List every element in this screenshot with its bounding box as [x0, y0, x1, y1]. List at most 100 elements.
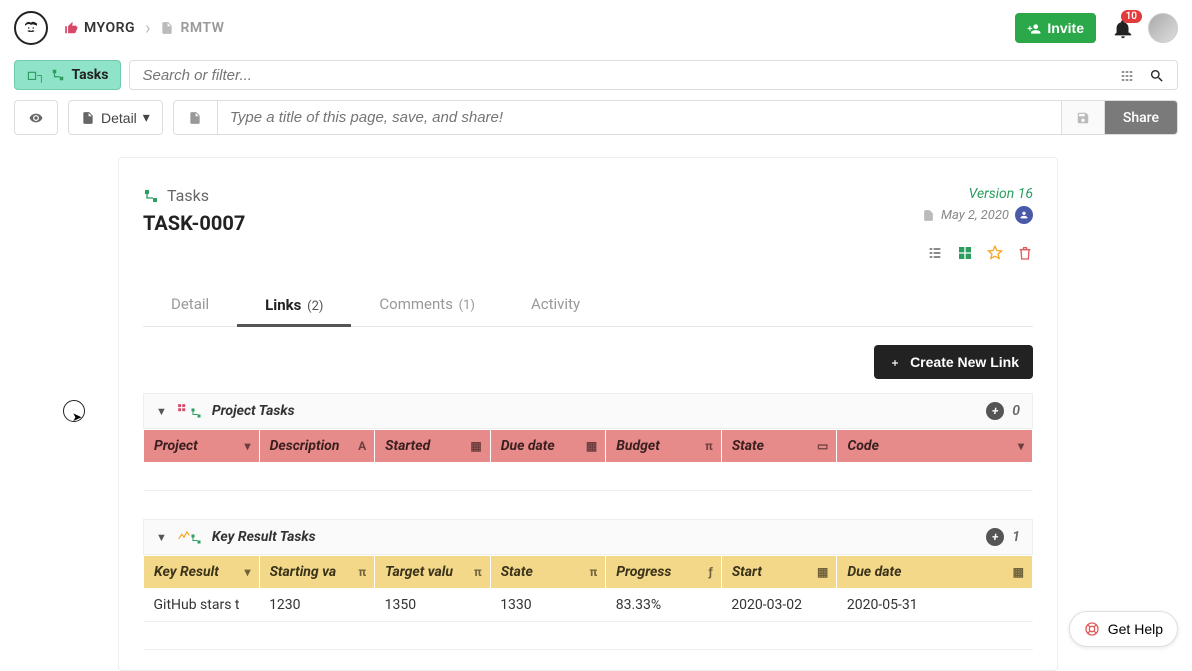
section-count: 1 [1012, 529, 1020, 545]
app-logo[interactable] [14, 11, 48, 45]
cell-due[interactable]: 2020-05-31 [837, 589, 1033, 622]
cell-key-result[interactable]: GitHub stars t [144, 589, 260, 622]
calendar-icon[interactable]: ▦ [817, 565, 828, 579]
hierarchy-icon [143, 188, 159, 204]
tab-links[interactable]: Links (2) [237, 286, 351, 327]
project-tasks-table: Project▾ DescriptionA Started▦ Due date▦… [143, 429, 1033, 491]
plus-circle-icon [888, 354, 902, 370]
pi-icon[interactable]: π [358, 565, 366, 579]
task-card: Tasks TASK-0007 Version 16 May 2, 2020 D… [118, 157, 1058, 671]
tabs: Detail Links (2) Comments (1) Activity [143, 285, 1033, 327]
detail-dropdown-button[interactable]: Detail ▾ [68, 100, 163, 135]
grid-view-icon[interactable] [957, 242, 973, 261]
user-avatar-small[interactable] [1015, 206, 1033, 224]
pi-icon[interactable]: π [589, 565, 597, 579]
page-title-icon-button[interactable] [174, 101, 218, 134]
tab-comments[interactable]: Comments (1) [351, 285, 503, 326]
section-header-keyresult[interactable]: ▼ Key Result Tasks + 1 [143, 519, 1033, 555]
text-type-icon[interactable]: A [358, 439, 366, 453]
visibility-toggle-button[interactable] [14, 100, 58, 135]
keyresult-tasks-table: Key Result▾ Starting vaπ Target valuπ St… [143, 555, 1033, 650]
add-row-icon[interactable]: + [986, 402, 1004, 420]
share-button[interactable]: Share [1105, 101, 1177, 134]
section-header-project[interactable]: ▼ Project Tasks + 0 [143, 393, 1033, 429]
breadcrumb-org-label: MYORG [84, 20, 135, 36]
pi-icon[interactable]: π [705, 439, 713, 453]
caret-down-icon: ▼ [156, 531, 167, 544]
formula-icon[interactable]: ƒ [708, 565, 712, 579]
breadcrumb-page[interactable]: RMTW [160, 20, 224, 36]
get-help-button[interactable]: Get Help [1069, 611, 1178, 647]
save-page-button[interactable] [1061, 101, 1105, 134]
sort-icon[interactable]: ▾ [245, 565, 251, 579]
search-row: ◻┐ Tasks [0, 56, 1192, 100]
cell-progress[interactable]: 83.33% [606, 589, 722, 622]
help-label: Get Help [1108, 621, 1163, 637]
calendar-icon[interactable]: ▦ [586, 439, 597, 453]
create-new-link-button[interactable]: Create New Link [874, 345, 1033, 379]
invite-label: Invite [1047, 20, 1084, 36]
file-icon [188, 111, 202, 125]
tab-activity[interactable]: Activity [503, 285, 608, 326]
file-icon [922, 209, 935, 222]
tasks-filter-pill[interactable]: ◻┐ Tasks [14, 60, 121, 90]
search-icon[interactable] [1149, 66, 1165, 85]
modified-date: May 2, 2020 [922, 206, 1033, 224]
topbar: MYORG › RMTW Invite 10 [0, 0, 1192, 56]
tab-detail[interactable]: Detail [143, 285, 237, 326]
card-kind-label: Tasks [167, 186, 209, 205]
eye-icon [29, 111, 43, 125]
table-empty-row[interactable] [144, 463, 1033, 491]
version-label[interactable]: Version 16 [922, 186, 1033, 202]
search-input[interactable] [142, 67, 1119, 84]
list-columns-icon[interactable] [1119, 66, 1135, 85]
section-title: Project Tasks [212, 403, 295, 419]
file-icon [81, 111, 95, 125]
dropdown-icon[interactable]: ▭ [817, 439, 828, 453]
share-label: Share [1123, 110, 1159, 126]
cell-target-value[interactable]: 1350 [375, 589, 491, 622]
cursor-arrow-icon: ➤ [72, 410, 82, 424]
save-icon [1076, 111, 1090, 125]
hierarchy-icon [51, 68, 65, 82]
table-header-row: Key Result▾ Starting vaπ Target valuπ St… [144, 556, 1033, 589]
breadcrumb-org[interactable]: MYORG [64, 20, 135, 36]
notification-count-badge: 10 [1121, 10, 1142, 23]
page-title-group: Share [173, 100, 1178, 135]
tasks-pill-label: Tasks [71, 67, 108, 83]
invite-button[interactable]: Invite [1015, 13, 1096, 43]
date-text: May 2, 2020 [941, 208, 1009, 223]
cell-start[interactable]: 2020-03-02 [721, 589, 837, 622]
user-avatar[interactable] [1148, 13, 1178, 43]
caret-down-icon: ▾ [143, 109, 150, 126]
add-row-icon[interactable]: + [986, 528, 1004, 546]
section-count: 0 [1012, 403, 1020, 419]
cell-state[interactable]: 1330 [490, 589, 606, 622]
calendar-icon[interactable]: ▦ [470, 439, 481, 453]
table-row[interactable]: GitHub stars t 1230 1350 1330 83.33% 202… [144, 589, 1033, 622]
file-icon [160, 20, 174, 36]
create-link-label: Create New Link [910, 354, 1019, 370]
sort-icon[interactable]: ▾ [245, 439, 251, 453]
trash-icon[interactable] [1017, 242, 1033, 261]
section-title: Key Result Tasks [212, 529, 316, 545]
thumbs-up-icon [64, 20, 78, 36]
view-icons [922, 242, 1033, 261]
sort-icon[interactable]: ▾ [1018, 439, 1024, 453]
lifebuoy-icon [1084, 620, 1100, 638]
pi-icon[interactable]: π [474, 565, 482, 579]
cell-starting-value[interactable]: 1230 [259, 589, 375, 622]
user-plus-icon [1027, 20, 1041, 36]
page-title-input[interactable] [218, 101, 1061, 134]
breadcrumb: MYORG › RMTW [64, 18, 224, 39]
notifications-button[interactable]: 10 [1112, 16, 1134, 41]
section-key-result-tasks: ▼ Key Result Tasks + 1 Key Result▾ Start… [143, 519, 1033, 650]
star-icon[interactable] [987, 242, 1003, 261]
search-box [129, 60, 1178, 90]
list-view-icon[interactable] [927, 242, 943, 261]
table-empty-row[interactable] [144, 622, 1033, 650]
keyresult-tasks-icon [177, 529, 202, 545]
card-header: Tasks TASK-0007 Version 16 May 2, 2020 [143, 186, 1033, 261]
calendar-icon[interactable]: ▦ [1013, 565, 1024, 579]
chevron-right-icon: › [145, 18, 150, 39]
